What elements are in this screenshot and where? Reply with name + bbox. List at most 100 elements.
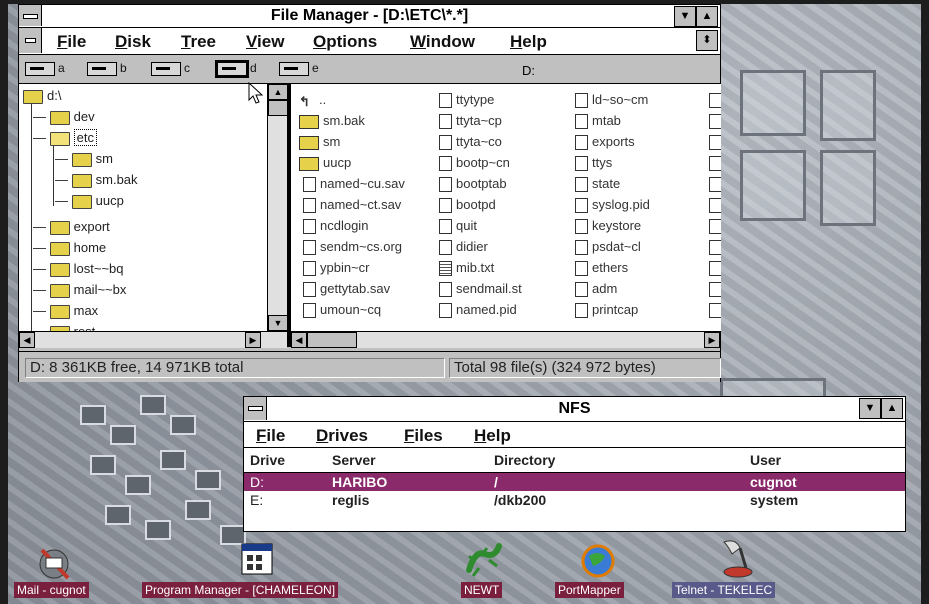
file-item-partial[interactable] [709, 218, 721, 235]
tree-item-mail[interactable]: — mail~~bx [33, 282, 126, 298]
file-item[interactable]: mib.txt [439, 260, 494, 277]
file-item[interactable]: umoun~cq [303, 302, 381, 319]
tree-item-lost[interactable]: — lost~~bq [33, 261, 124, 277]
file-item[interactable]: state [575, 176, 620, 193]
file-item-partial[interactable] [709, 302, 721, 319]
tree-item-home[interactable]: — home [33, 240, 106, 256]
file-item[interactable]: ttyta~co [439, 134, 502, 151]
menu-file[interactable]: File [57, 32, 86, 52]
tree-item-export[interactable]: — export [33, 219, 110, 235]
file-manager-titlebar[interactable]: File Manager - [D:\ETC\*.*] ▼ ▲ [19, 5, 720, 28]
menu-drives[interactable]: Drives [316, 426, 368, 446]
maximize-button[interactable]: ▲ [696, 6, 718, 27]
file-item[interactable]: sm.bak [299, 113, 365, 129]
files-horizontal-scrollbar[interactable]: ◀ ▶ [291, 331, 720, 348]
file-item-partial[interactable] [709, 155, 721, 172]
tree-item-max[interactable]: — max [33, 303, 98, 319]
tree-item-sm-bak[interactable]: — sm.bak [55, 172, 138, 188]
scroll-up-icon[interactable]: ▲ [268, 84, 288, 100]
file-item[interactable]: exports [575, 134, 635, 151]
scroll-right-icon[interactable]: ▶ [245, 332, 261, 348]
menu-options[interactable]: Options [313, 32, 377, 52]
scroll-thumb[interactable] [307, 332, 357, 348]
file-item-partial[interactable] [709, 92, 721, 109]
file-item[interactable]: mtab [575, 113, 621, 130]
folder-icon [49, 241, 70, 256]
file-item[interactable]: sendmail.st [439, 281, 522, 298]
file-item-partial[interactable] [709, 113, 721, 130]
file-item[interactable]: ttytype [439, 92, 494, 109]
tree-item-etc[interactable]: — etc [33, 129, 97, 146]
tree-root[interactable]: d:\ [23, 88, 61, 104]
file-item[interactable]: ttyta~cp [439, 113, 502, 130]
drive-c-button[interactable]: c [151, 61, 190, 77]
table-row[interactable]: D: HARIBO / cugnot [244, 473, 905, 491]
file-item[interactable]: ld~so~cm [575, 92, 648, 109]
file-item[interactable]: bootptab [439, 176, 507, 193]
drive-b-button[interactable]: b [87, 61, 127, 77]
scroll-down-icon[interactable]: ▼ [268, 315, 288, 331]
file-item[interactable]: sendm~cs.org [303, 239, 402, 256]
file-item[interactable]: ncdlogin [303, 218, 368, 235]
file-item[interactable]: syslog.pid [575, 197, 650, 214]
minimized-app-mail[interactable]: Mail - cugnot [10, 540, 120, 600]
drive-e-button[interactable]: e [279, 61, 319, 77]
file-item-partial[interactable] [709, 197, 721, 214]
menu-help[interactable]: Help [474, 426, 511, 446]
file-item[interactable]: ethers [575, 260, 628, 277]
tree-item-dev[interactable]: — dev [33, 109, 95, 125]
scroll-left-icon[interactable]: ◀ [19, 332, 35, 348]
file-item-partial[interactable] [709, 239, 721, 256]
minimize-button[interactable]: ▼ [674, 6, 696, 27]
file-item[interactable]: bootp~cn [439, 155, 510, 172]
scroll-left-icon[interactable]: ◀ [291, 332, 307, 348]
file-item[interactable]: named.pid [439, 302, 517, 319]
file-item-partial[interactable] [709, 260, 721, 277]
minimized-app-portmapper[interactable]: PortMapper [555, 540, 645, 600]
tree-item-uucp[interactable]: — uucp [55, 193, 124, 209]
file-item[interactable]: named~ct.sav [303, 197, 401, 214]
restore-button[interactable]: ⬍ [696, 30, 718, 51]
minimized-app-telnet[interactable]: Telnet - TEKELEC [670, 538, 800, 600]
file-item-partial[interactable] [709, 134, 721, 151]
drive-a-button[interactable]: a [25, 61, 65, 77]
file-item-partial[interactable] [709, 281, 721, 298]
menu-window[interactable]: Window [410, 32, 475, 52]
file-item[interactable]: named~cu.sav [303, 176, 405, 193]
minimized-app-program-manager[interactable]: Program Manager - [CHAMELEON] [140, 540, 390, 600]
file-item[interactable]: keystore [575, 218, 641, 235]
menu-view[interactable]: View [246, 32, 284, 52]
tree-vertical-scrollbar[interactable]: ▲ ▼ [267, 84, 288, 331]
child-system-menu-button[interactable] [19, 28, 42, 53]
file-item[interactable]: adm [575, 281, 617, 298]
nfs-titlebar[interactable]: NFS ▼ ▲ [244, 397, 905, 422]
document-icon [439, 219, 452, 235]
table-row[interactable]: E: reglis /dkb200 system [244, 491, 905, 509]
file-item-parent[interactable]: ↰.. [299, 92, 326, 109]
menu-tree[interactable]: Tree [181, 32, 216, 52]
file-item[interactable]: uucp [299, 155, 351, 171]
file-item[interactable]: didier [439, 239, 488, 256]
scroll-thumb[interactable] [268, 100, 288, 116]
file-item-partial[interactable] [709, 176, 721, 193]
minimize-button[interactable]: ▼ [859, 398, 881, 419]
menu-disk[interactable]: Disk [115, 32, 151, 52]
tree-item-rest[interactable]: — rest [33, 324, 95, 331]
drive-d-button[interactable]: d [215, 59, 257, 78]
menu-file[interactable]: File [256, 426, 285, 446]
maximize-button[interactable]: ▲ [881, 398, 903, 419]
file-item[interactable]: printcap [575, 302, 638, 319]
file-item[interactable]: ttys [575, 155, 612, 172]
file-item[interactable]: gettytab.sav [303, 281, 390, 298]
minimized-app-newt[interactable]: NEWT [455, 540, 515, 600]
file-item[interactable]: quit [439, 218, 477, 235]
menu-files[interactable]: Files [404, 426, 443, 446]
tree-item-sm[interactable]: — sm [55, 151, 113, 167]
file-item[interactable]: psdat~cl [575, 239, 641, 256]
file-item[interactable]: ypbin~cr [303, 260, 370, 277]
file-item[interactable]: bootpd [439, 197, 496, 214]
file-item[interactable]: sm [299, 134, 340, 150]
scroll-right-icon[interactable]: ▶ [704, 332, 720, 348]
tree-horizontal-scrollbar[interactable]: ◀ ▶ [19, 331, 287, 348]
menu-help[interactable]: Help [510, 32, 547, 52]
